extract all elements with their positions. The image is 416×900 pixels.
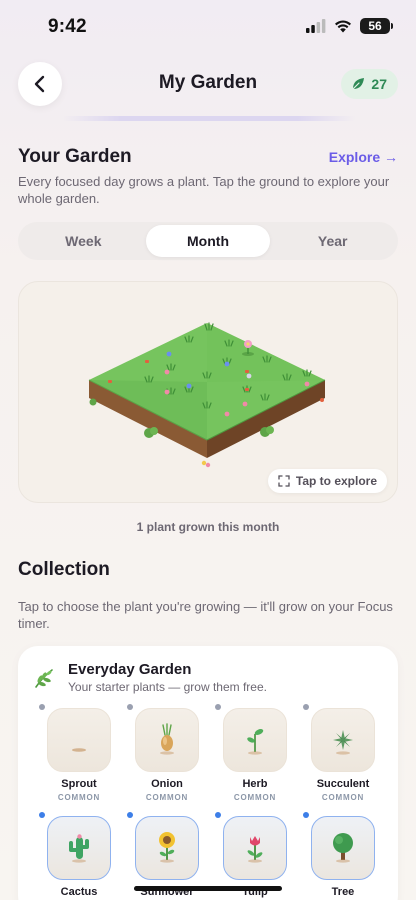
- top-divider: [62, 116, 356, 121]
- status-dot: [215, 704, 221, 710]
- plant-item-herb[interactable]: Herb COMMON: [215, 704, 295, 804]
- plant-item-tree[interactable]: Tree: [303, 812, 383, 900]
- plant-name: Sprout: [61, 778, 97, 790]
- section-title-collection: Collection: [18, 559, 110, 580]
- plant-item-sprout[interactable]: Sprout COMMON: [39, 704, 119, 804]
- plant-rarity: COMMON: [321, 793, 365, 802]
- home-indicator[interactable]: [134, 886, 282, 891]
- plant-rarity: COMMON: [57, 793, 101, 802]
- battery-icon: 56: [360, 18, 393, 34]
- tab-month[interactable]: Month: [145, 225, 271, 257]
- plant-name: Herb: [242, 778, 268, 790]
- status-bar: 9:42 56: [0, 0, 416, 56]
- status-dot: [39, 704, 45, 710]
- plant-tile[interactable]: [135, 816, 199, 880]
- plant-tile[interactable]: [47, 708, 111, 772]
- tree-icon: [333, 833, 353, 863]
- plant-rarity: COMMON: [233, 793, 277, 802]
- fern-icon: [35, 669, 53, 688]
- onion-icon: [160, 723, 174, 755]
- tulip-icon: [247, 836, 263, 863]
- group-description: Your starter plants — grow them free.: [68, 680, 267, 694]
- plant-tile[interactable]: [311, 708, 375, 772]
- group-name: Everyday Garden: [68, 661, 192, 678]
- cactus-icon: [69, 834, 89, 863]
- plant-tile[interactable]: [311, 816, 375, 880]
- plant-name: Cactus: [60, 886, 98, 898]
- plant-name: Succulent: [316, 778, 370, 790]
- status-dot: [215, 812, 221, 818]
- wifi-icon: [335, 20, 351, 33]
- status-dot: [127, 812, 133, 818]
- leaf-count-badge[interactable]: 27: [341, 69, 398, 99]
- plant-tile[interactable]: [135, 708, 199, 772]
- status-icons: 56: [306, 18, 393, 34]
- plant-name: Tree: [331, 886, 355, 898]
- your-garden-description: Every focused day grows a plant. Tap the…: [18, 174, 390, 206]
- plants-grown-summary: 1 plant grown this month: [136, 520, 280, 534]
- explore-link[interactable]: Explore →: [329, 149, 398, 165]
- collection-card-everyday-garden: Everyday Garden Your starter plants — gr…: [18, 646, 398, 900]
- plant-tile[interactable]: [223, 816, 287, 880]
- plant-tile[interactable]: [223, 708, 287, 772]
- sprout-icon: [72, 748, 86, 752]
- your-garden-header: Your Garden Explore →: [18, 146, 398, 168]
- leaf-icon: [352, 78, 365, 90]
- status-time: 9:42: [48, 16, 87, 37]
- garden-preview-card[interactable]: Tap to explore: [18, 281, 398, 503]
- status-dot: [39, 812, 45, 818]
- plant-tile[interactable]: [47, 816, 111, 880]
- header: My Garden 27: [0, 62, 416, 106]
- collection-description: Tap to choose the plant you're growing —…: [18, 599, 393, 631]
- plant-name: Onion: [151, 778, 183, 790]
- plant-rarity: COMMON: [145, 793, 189, 802]
- cellular-signal-icon: [306, 19, 326, 33]
- succulent-icon: [333, 730, 353, 755]
- battery-level: 56: [368, 19, 382, 33]
- period-segmented-control: Week Month Year: [18, 222, 398, 260]
- sunflower-icon: [159, 832, 175, 863]
- status-dot: [303, 812, 309, 818]
- tab-week[interactable]: Week: [21, 225, 146, 257]
- tap-to-explore-button[interactable]: Tap to explore: [267, 469, 387, 493]
- tab-year[interactable]: Year: [270, 225, 395, 257]
- tap-to-explore-label: Tap to explore: [295, 474, 377, 488]
- leaf-count: 27: [371, 76, 387, 92]
- herb-icon: [247, 729, 264, 755]
- plant-item-onion[interactable]: Onion COMMON: [127, 704, 207, 804]
- status-dot: [127, 704, 133, 710]
- plant-item-succulent[interactable]: Succulent COMMON: [303, 704, 383, 804]
- status-dot: [303, 704, 309, 710]
- expand-icon: [278, 475, 290, 487]
- plant-item-cactus[interactable]: Cactus: [39, 812, 119, 900]
